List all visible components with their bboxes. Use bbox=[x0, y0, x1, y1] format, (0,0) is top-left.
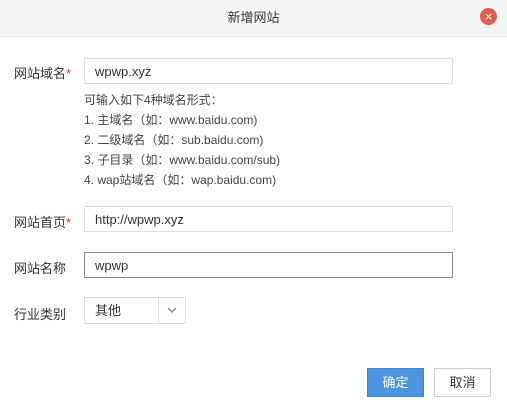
domain-input[interactable] bbox=[84, 58, 453, 84]
industry-label: 行业类别 bbox=[14, 307, 67, 322]
add-site-dialog: 新增网站 × 网站域名* 可输入如下4种域名形式： 1. 主域名（如：www.b… bbox=[0, 0, 507, 410]
confirm-button[interactable]: 确定 bbox=[367, 368, 424, 397]
domain-hint-item: 2. 二级域名（如：sub.baidu.com) bbox=[84, 133, 264, 147]
domain-hint-item: 3. 子目录（如：www.baidu.com/sub) bbox=[84, 153, 281, 167]
domain-hint-intro: 可输入如下4种域名形式： bbox=[84, 93, 223, 107]
homepage-required-mark: * bbox=[66, 215, 72, 230]
cancel-button[interactable]: 取消 bbox=[434, 368, 491, 397]
site-name-label: 网站名称 bbox=[14, 261, 67, 276]
dialog-titlebar: 新增网站 × bbox=[0, 0, 507, 37]
close-icon[interactable]: × bbox=[480, 8, 497, 25]
industry-select[interactable]: 其他 bbox=[84, 297, 186, 324]
site-name-input[interactable] bbox=[84, 252, 453, 278]
domain-hint-item: 4. wap站域名（如：wap.baidu.com) bbox=[84, 173, 277, 187]
dialog-title: 新增网站 bbox=[227, 10, 280, 25]
domain-required-mark: * bbox=[66, 66, 72, 81]
domain-label-text: 网站域名 bbox=[14, 66, 67, 81]
homepage-input[interactable] bbox=[84, 206, 453, 232]
homepage-label: 网站首页* bbox=[14, 212, 71, 231]
industry-selected-value: 其他 bbox=[95, 303, 122, 318]
domain-hint-item: 1. 主域名（如：www.baidu.com) bbox=[84, 113, 258, 127]
chevron-down-icon[interactable] bbox=[158, 298, 185, 323]
domain-label: 网站域名* bbox=[14, 63, 71, 82]
homepage-label-text: 网站首页 bbox=[14, 215, 67, 230]
